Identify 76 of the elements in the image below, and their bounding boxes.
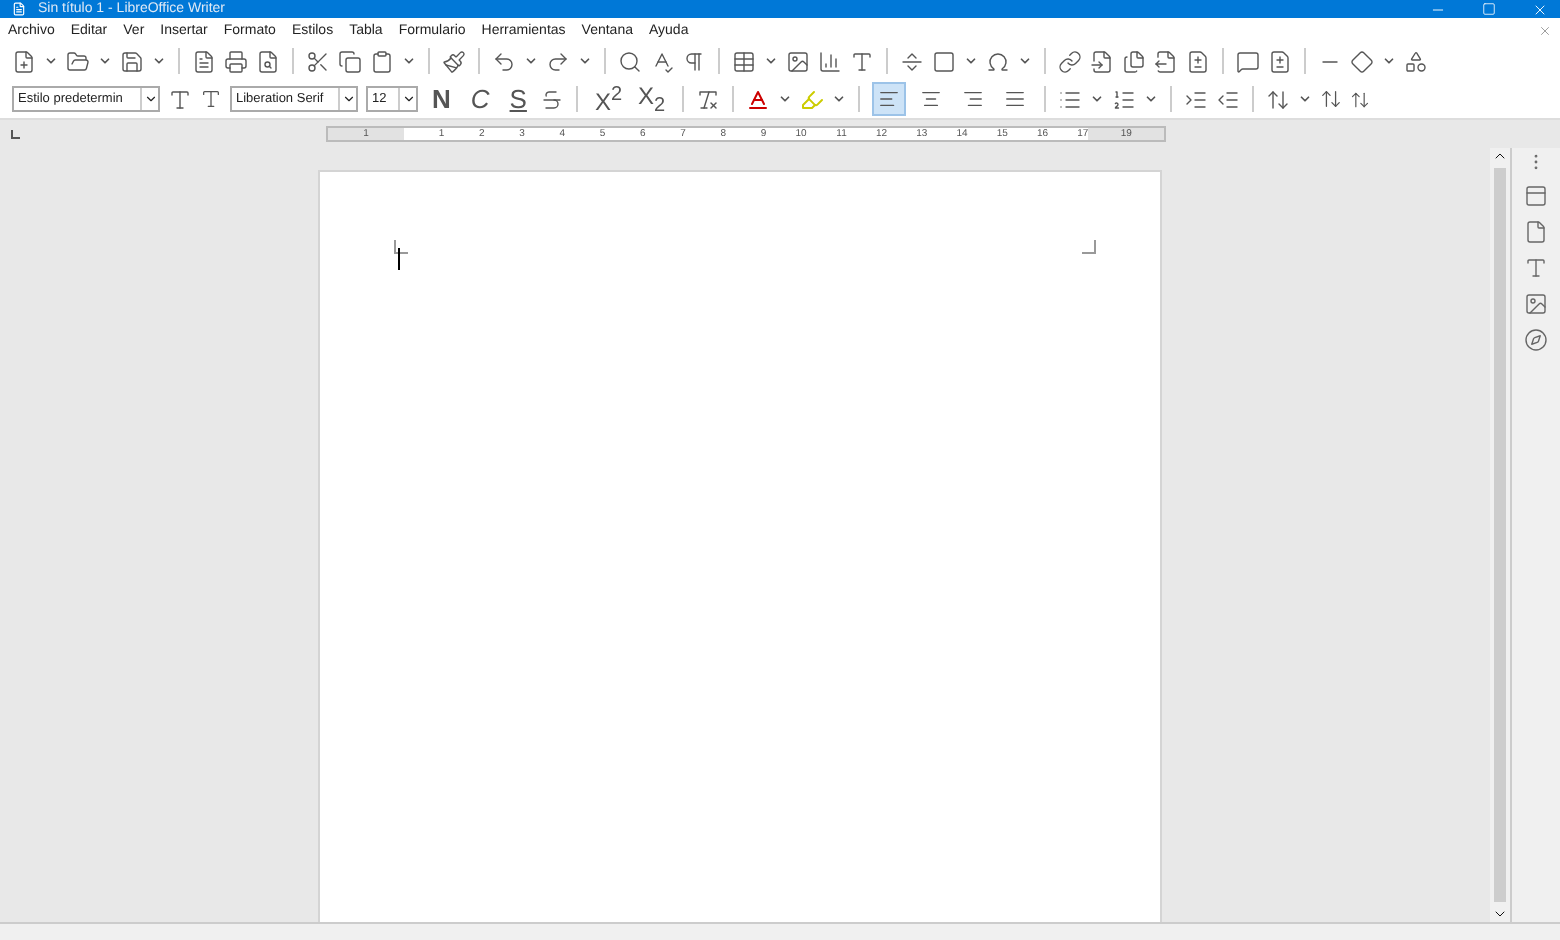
indent-increase-icon[interactable]	[1183, 87, 1208, 111]
dropdown-caret-icon[interactable]	[578, 54, 592, 68]
image-icon[interactable]	[786, 49, 810, 73]
gallery-icon[interactable]	[1524, 292, 1548, 316]
dropdown-caret-icon[interactable]	[1018, 54, 1032, 68]
dropdown-caret-icon[interactable]	[1143, 92, 1158, 106]
scrollbar-thumb[interactable]	[1494, 168, 1506, 902]
underline-button[interactable]: S	[503, 84, 533, 114]
document-export-icon[interactable]	[192, 49, 216, 73]
text-cursor	[397, 248, 399, 270]
indent-decrease-icon[interactable]	[1215, 87, 1240, 111]
scroll-up-icon[interactable]	[1492, 148, 1508, 164]
clear-formatting-icon[interactable]	[695, 87, 720, 111]
script-button[interactable]: X$^{2}$	[590, 83, 627, 115]
dropdown-caret-icon	[401, 92, 415, 106]
align-center-icon	[919, 88, 942, 110]
strikethrough-icon[interactable]	[540, 87, 565, 111]
properties-icon[interactable]	[1524, 184, 1548, 208]
printer-icon[interactable]	[224, 49, 248, 73]
spellcheck-icon[interactable]	[650, 49, 674, 73]
tab-stop-icon[interactable]	[10, 129, 20, 139]
dropdown-caret-icon[interactable]	[152, 54, 166, 68]
page-icon[interactable]	[1524, 220, 1548, 244]
line-spacing-icon[interactable]	[1265, 87, 1290, 111]
align-right-icon	[961, 88, 984, 110]
spacing-icon[interactable]	[1349, 89, 1370, 109]
clipboard-icon[interactable]	[370, 49, 394, 73]
italic-button[interactable]: C	[464, 84, 496, 114]
chart-icon[interactable]	[818, 49, 842, 73]
dropdown-caret-icon	[143, 92, 157, 106]
dropdown-caret-icon[interactable]	[524, 54, 538, 68]
paintbrush-icon[interactable]	[442, 49, 466, 73]
undo-icon[interactable]	[492, 49, 516, 73]
bold-button[interactable]: N	[426, 84, 457, 114]
numbered-list-icon[interactable]	[1111, 87, 1136, 111]
dropdown-caret-icon[interactable]	[764, 54, 778, 68]
dropdown-caret-icon[interactable]	[1382, 54, 1396, 68]
table-icon[interactable]	[732, 49, 756, 73]
save-icon[interactable]	[120, 49, 144, 73]
page-break-icon[interactable]	[900, 49, 924, 73]
dropdown-caret-icon	[341, 92, 355, 106]
text-box-icon[interactable]	[850, 49, 874, 73]
new-document-icon[interactable]	[12, 49, 36, 73]
close-document-icon[interactable]	[1538, 23, 1552, 37]
dropdown-caret-icon[interactable]	[964, 54, 978, 68]
folder-icon[interactable]	[66, 49, 90, 73]
dropdown-caret-icon[interactable]	[1297, 92, 1312, 106]
omega-icon[interactable]	[986, 49, 1010, 73]
paragraph-spacing-icon[interactable]	[1319, 88, 1342, 110]
script-button[interactable]: X$_{2}$	[634, 81, 670, 117]
maximize-icon[interactable]	[1482, 2, 1496, 16]
pilcrow-icon[interactable]	[682, 49, 706, 73]
close-icon[interactable]	[1532, 1, 1548, 17]
dropdown-caret-icon[interactable]	[831, 92, 846, 106]
pages-icon[interactable]	[1122, 49, 1146, 73]
dropdown-caret-icon[interactable]	[777, 92, 792, 106]
link-icon[interactable]	[1058, 49, 1082, 73]
align-justify-icon	[1003, 88, 1026, 110]
navigator-icon[interactable]	[1524, 328, 1548, 352]
dropdown-caret-icon[interactable]	[1089, 92, 1104, 106]
search-icon[interactable]	[618, 49, 642, 73]
shapes-icon[interactable]	[1404, 49, 1428, 73]
redo-icon[interactable]	[546, 49, 570, 73]
dropdown-caret-icon[interactable]	[44, 54, 58, 68]
diamond-icon[interactable]	[1350, 49, 1374, 73]
cut-icon[interactable]	[306, 49, 330, 73]
dropdown-caret-icon[interactable]	[98, 54, 112, 68]
dropdown-caret-icon[interactable]	[402, 54, 416, 68]
align-left-button[interactable]	[871, 82, 906, 116]
align-left-icon	[877, 88, 900, 110]
comment-icon[interactable]	[1236, 49, 1260, 73]
font-color-icon[interactable]	[745, 87, 770, 111]
copy-icon[interactable]	[338, 49, 362, 73]
scroll-down-icon[interactable]	[1492, 906, 1508, 922]
print-preview-icon[interactable]	[256, 49, 280, 73]
margin-corner-mark	[1081, 240, 1095, 254]
